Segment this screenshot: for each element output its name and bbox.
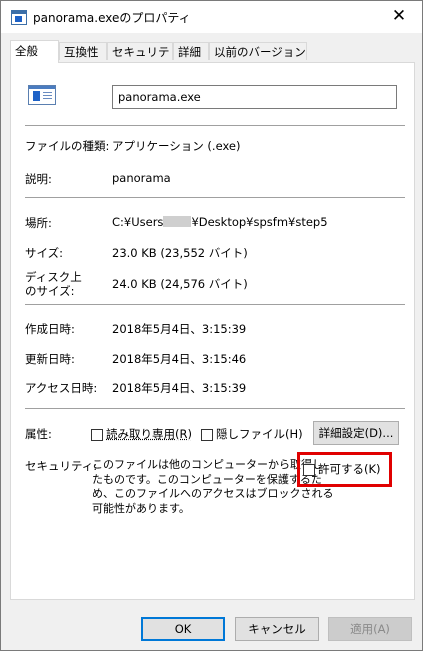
ok-button[interactable]: OK xyxy=(141,617,225,641)
hidden-checkbox[interactable] xyxy=(201,429,213,441)
location-value: C:¥Users ¥Desktop¥spsfm¥step5 xyxy=(112,215,328,229)
size-value: 23.0 KB (23,552 バイト) xyxy=(112,246,248,260)
file-type-label: ファイルの種類: xyxy=(25,139,110,153)
hidden-label[interactable]: 隠しファイル(H) xyxy=(216,426,303,442)
file-type-value: アプリケーション (.exe) xyxy=(112,139,241,153)
tab-general[interactable]: 全般 xyxy=(10,40,59,63)
security-label: セキュリティ: xyxy=(25,459,98,473)
modified-label: 更新日時: xyxy=(25,352,75,366)
description-value: panorama xyxy=(112,171,171,185)
modified-value: 2018年5月4日、3:15:46 xyxy=(112,352,247,366)
tab-previous-versions[interactable]: 以前のバージョン xyxy=(209,42,307,60)
accessed-label: アクセス日時: xyxy=(25,381,98,395)
size-label: サイズ: xyxy=(25,246,64,260)
description-label: 説明: xyxy=(25,172,52,186)
divider xyxy=(25,304,405,305)
cancel-button[interactable]: キャンセル xyxy=(235,617,319,641)
close-icon[interactable]: ✕ xyxy=(376,1,422,33)
divider xyxy=(25,197,405,198)
highlight-box xyxy=(297,452,392,487)
file-icon xyxy=(11,10,27,25)
file-name-field[interactable]: panorama.exe xyxy=(112,85,397,109)
tab-security[interactable]: セキュリティ xyxy=(107,42,173,77)
redacted-username xyxy=(163,216,192,227)
readonly-label[interactable]: 読み取り専用(R) xyxy=(106,426,192,442)
properties-window: panorama.exeのプロパティ ✕ 全般 互換性 セキュリティ 詳細 以前… xyxy=(0,0,423,651)
location-label: 場所: xyxy=(25,216,52,230)
window-title: panorama.exeのプロパティ xyxy=(33,11,191,25)
advanced-button[interactable]: 詳細設定(D)... xyxy=(313,421,399,445)
tab-compatibility[interactable]: 互換性 xyxy=(59,42,107,60)
disk-size-label: ディスク上 のサイズ: xyxy=(25,270,82,298)
accessed-value: 2018年5月4日、3:15:39 xyxy=(112,381,247,395)
divider xyxy=(25,408,405,409)
general-panel: panorama.exe ファイルの種類: アプリケーション (.exe) 説明… xyxy=(10,62,415,600)
attributes-label: 属性: xyxy=(25,427,52,441)
divider xyxy=(25,125,405,126)
disk-size-value: 24.0 KB (24,576 バイト) xyxy=(112,277,248,291)
readonly-checkbox[interactable] xyxy=(91,429,103,441)
created-label: 作成日時: xyxy=(25,322,75,336)
apply-button[interactable]: 適用(A) xyxy=(328,617,412,641)
title-bar[interactable]: panorama.exeのプロパティ ✕ xyxy=(1,1,422,33)
tab-details[interactable]: 詳細 xyxy=(173,42,209,60)
created-value: 2018年5月4日、3:15:39 xyxy=(112,322,247,336)
application-icon xyxy=(28,85,56,105)
